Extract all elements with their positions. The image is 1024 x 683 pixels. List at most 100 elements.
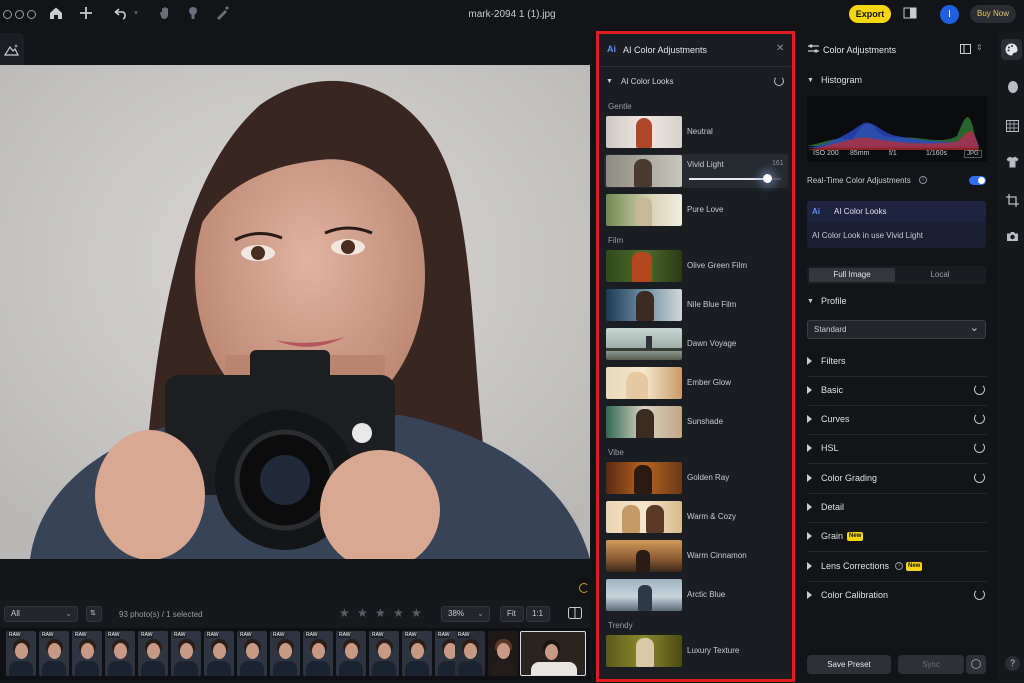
look-thumbnail [606, 328, 682, 360]
filmstrip-thumb[interactable]: RAW [105, 631, 135, 676]
filmstrip-thumb[interactable]: RAW [72, 631, 102, 676]
main-photo-canvas[interactable] [0, 65, 590, 559]
background-icon[interactable] [1006, 120, 1019, 133]
reset-icon[interactable] [974, 472, 985, 483]
histogram-section[interactable]: ▼ Histogram [807, 67, 987, 96]
filmstrip-thumb[interactable]: RAW [455, 631, 485, 676]
reset-icon[interactable] [974, 384, 985, 395]
filmstrip-thumb-selected[interactable] [520, 631, 586, 676]
star-5-icon[interactable]: ★ [411, 606, 422, 620]
filmstrip-thumb[interactable]: RAW [402, 631, 432, 676]
section-label: HSL [821, 443, 839, 453]
filmstrip-thumb[interactable]: RAW [369, 631, 399, 676]
tab-local[interactable]: Local [897, 268, 983, 282]
look-olive-green-film[interactable]: Olive Green Film [604, 249, 788, 283]
face-icon[interactable] [1006, 81, 1019, 94]
avatar[interactable]: I [940, 5, 959, 24]
section-filters[interactable]: Filters [807, 348, 987, 377]
filmstrip-thumb[interactable]: RAW [270, 631, 300, 676]
fit-button[interactable]: Fit [500, 606, 524, 622]
filmstrip-thumb[interactable]: RAW [303, 631, 333, 676]
raw-tag: RAW [404, 632, 418, 638]
save-preset-button[interactable]: Save Preset [807, 655, 891, 674]
one-to-one-button[interactable]: 1:1 [526, 606, 550, 622]
realtime-toggle[interactable] [969, 176, 986, 185]
profile-select[interactable]: Standard ⌄ [807, 320, 986, 339]
filmstrip-thumb[interactable]: RAW [138, 631, 168, 676]
ai-mountain-icon[interactable] [3, 43, 19, 58]
section-basic[interactable]: Basic [807, 377, 987, 406]
filter-select[interactable]: All ⌄ [4, 606, 78, 622]
portrait-image [0, 65, 590, 559]
filmstrip-thumb[interactable]: RAW [204, 631, 234, 676]
reset-icon[interactable] [974, 442, 985, 453]
look-ember-glow[interactable]: Ember Glow [604, 366, 788, 400]
section-color-calibration[interactable]: Color Calibration [807, 582, 987, 611]
look-sunshade[interactable]: Sunshade [604, 405, 788, 439]
star-4-icon[interactable]: ★ [393, 606, 404, 620]
export-button[interactable]: Export [849, 5, 891, 23]
close-icon[interactable]: ✕ [776, 43, 784, 54]
look-warm-cozy[interactable]: Warm & Cozy [604, 500, 788, 534]
look-pure-love[interactable]: Pure Love [604, 193, 788, 227]
reset-icon[interactable] [774, 76, 784, 86]
section-color-grading[interactable]: Color Grading [807, 465, 987, 494]
camera-icon[interactable] [1006, 231, 1019, 244]
palette-tab[interactable] [1001, 39, 1022, 60]
look-neutral[interactable]: Neutral [604, 115, 788, 149]
look-thumbnail [606, 116, 682, 148]
compare-icon[interactable] [902, 6, 918, 22]
buy-now-button[interactable]: Buy Now [970, 5, 1016, 23]
panel-expand-icon[interactable]: ⇕ [976, 43, 983, 52]
look-arctic-blue[interactable]: Arctic Blue [604, 578, 788, 612]
star-2-icon[interactable]: ★ [357, 606, 368, 620]
sync-button[interactable]: Sync [898, 655, 964, 674]
info-icon[interactable]: i [919, 176, 927, 184]
section-curves[interactable]: Curves [807, 406, 987, 435]
filmstrip-thumb[interactable]: RAW [6, 631, 36, 676]
look-vivid-light-selected[interactable]: Vivid Light 161 [604, 154, 788, 188]
section-lens-corrections[interactable]: Lens Corrections ? New [807, 553, 987, 582]
tab-full-image[interactable]: Full Image [809, 268, 895, 282]
sync-gear-icon [971, 659, 981, 669]
section-detail[interactable]: Detail [807, 494, 987, 523]
filmstrip-thumb[interactable] [488, 631, 518, 676]
ai-logo-icon: Ai [607, 44, 616, 54]
look-warm-cinnamon[interactable]: Warm Cinnamon [604, 539, 788, 573]
section-grain[interactable]: Grain New [807, 523, 987, 552]
look-thumbnail [606, 540, 682, 572]
filmstrip-thumb[interactable]: RAW [39, 631, 69, 676]
intensity-value: 161 [772, 160, 784, 167]
lens-info-icon[interactable]: ? [895, 562, 903, 570]
shirt-icon[interactable] [1006, 156, 1019, 169]
sync-settings-button[interactable] [966, 655, 986, 674]
reset-icon[interactable] [974, 413, 985, 424]
filmstrip-thumb[interactable]: RAW [336, 631, 366, 676]
crop-icon[interactable] [1006, 194, 1019, 207]
section-label: Lens Corrections [821, 561, 890, 571]
star-1-icon[interactable]: ★ [339, 606, 350, 620]
profile-section[interactable]: ▼ Profile [807, 288, 987, 317]
split-view-icon[interactable] [568, 607, 582, 621]
look-nile-blue-film[interactable]: Nile Blue Film [604, 288, 788, 322]
filmstrip-thumb[interactable]: RAW [171, 631, 201, 676]
filmstrip-thumb[interactable]: RAW [237, 631, 267, 676]
expand-triangle-icon [807, 386, 812, 394]
look-luxury-texture[interactable]: Luxury Texture [604, 634, 788, 668]
sort-button[interactable]: ⇅ [86, 606, 102, 622]
raw-tag: RAW [338, 632, 352, 638]
profile-chevron-icon: ⌄ [969, 322, 979, 334]
intensity-slider-track[interactable] [689, 174, 781, 183]
star-3-icon[interactable]: ★ [375, 606, 386, 620]
category-trendy: Trendy [608, 621, 633, 630]
intensity-slider-knob[interactable] [763, 174, 773, 183]
ai-looks-card[interactable]: Ai AI Color Looks AI Color Look in use V… [807, 201, 986, 248]
help-icon[interactable]: ? [1005, 656, 1020, 671]
section-hsl[interactable]: HSL [807, 435, 987, 464]
look-dawn-voyage[interactable]: Dawn Voyage [604, 327, 788, 361]
zoom-select[interactable]: 38% ⌄ [441, 606, 490, 622]
collapse-triangle-icon[interactable]: ▼ [606, 78, 613, 85]
look-golden-ray[interactable]: Golden Ray [604, 461, 788, 495]
panel-layout-icon[interactable] [960, 44, 971, 56]
reset-icon[interactable] [974, 589, 985, 600]
